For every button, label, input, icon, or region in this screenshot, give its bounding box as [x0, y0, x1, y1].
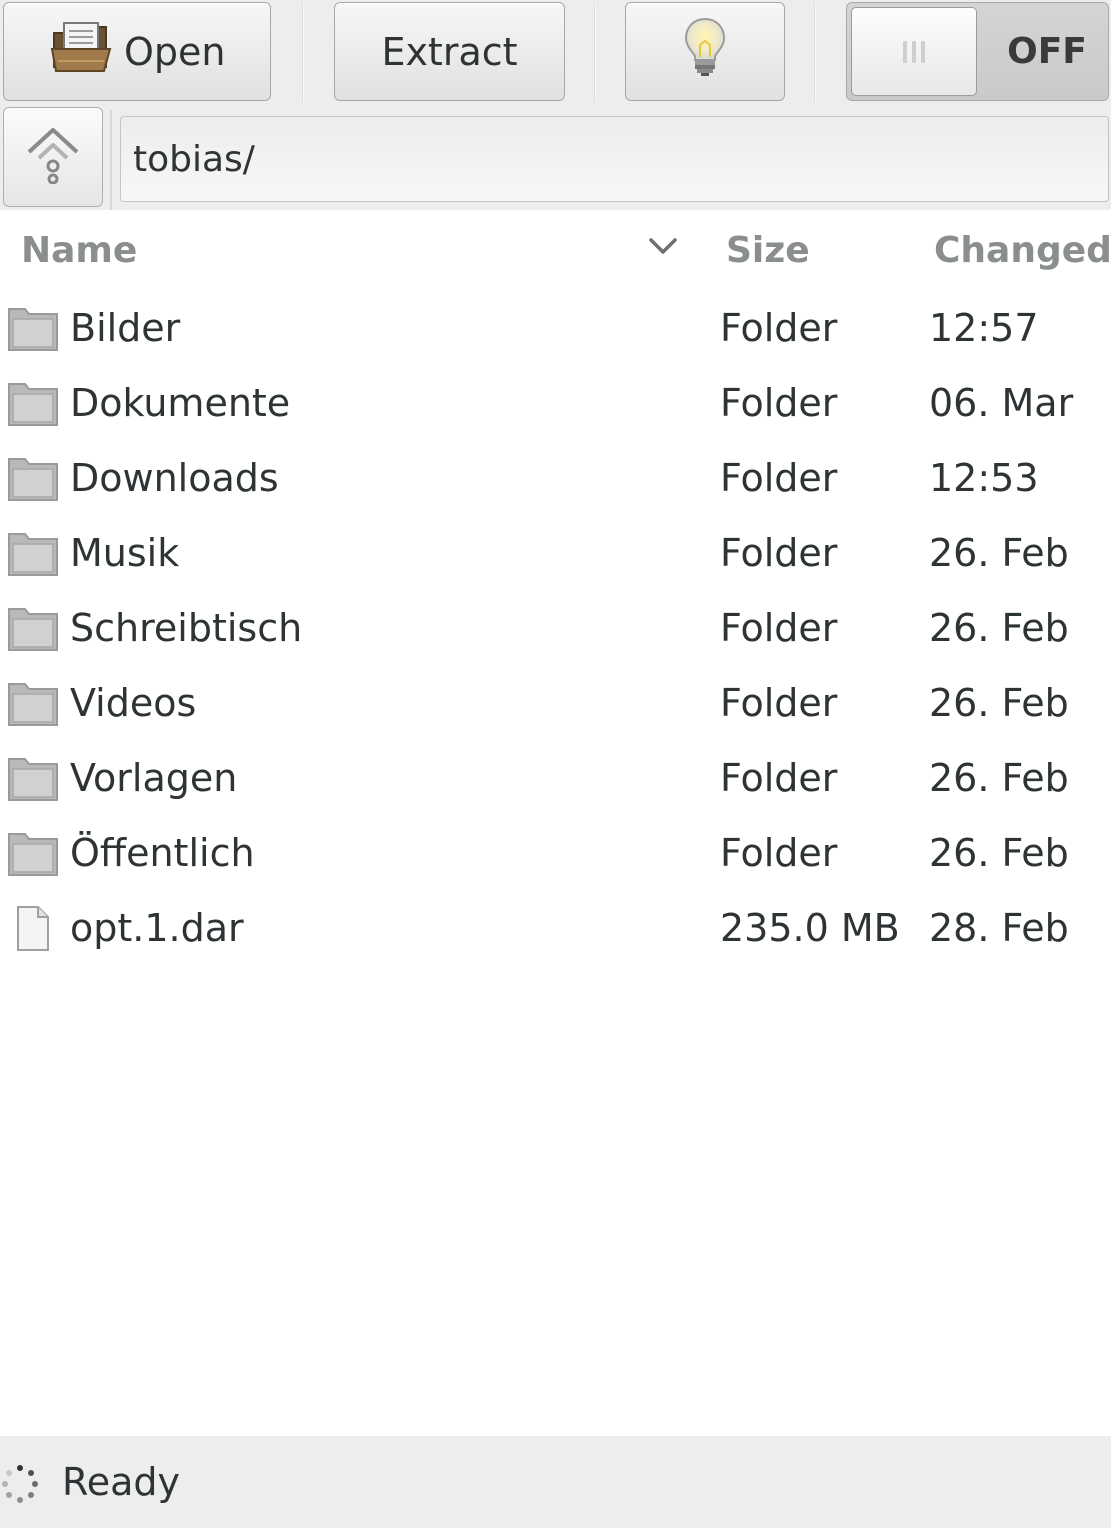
file-changed: 26. Feb: [929, 831, 1069, 875]
go-up-icon: [25, 126, 81, 188]
switch-knob[interactable]: [851, 7, 977, 96]
chevron-down-icon[interactable]: [648, 236, 678, 260]
file-name: Dokumente: [70, 381, 291, 425]
file-name: Musik: [70, 531, 180, 575]
file-row[interactable]: Dokumente Folder 06. Mar: [0, 365, 1111, 440]
grip-icon: [903, 40, 925, 63]
file-name: Schreibtisch: [70, 606, 303, 650]
file-changed: 12:53: [929, 456, 1039, 500]
file-size: Folder: [720, 831, 838, 875]
file-name: Vorlagen: [70, 756, 238, 800]
file-changed: 26. Feb: [929, 531, 1069, 575]
toolbar-separator: [302, 4, 304, 102]
column-header-changed[interactable]: Changed: [934, 230, 1111, 271]
file-changed: 12:57: [929, 306, 1039, 350]
toolbar-separator: [814, 4, 816, 102]
file-size: Folder: [720, 306, 838, 350]
file-row[interactable]: Downloads Folder 12:53: [0, 440, 1111, 515]
file-icon: [8, 905, 58, 951]
folder-icon: [8, 680, 58, 726]
file-changed: 28. Feb: [929, 906, 1069, 950]
path-text: tobias/: [133, 138, 255, 180]
file-changed: 26. Feb: [929, 681, 1069, 725]
location-separator: [110, 110, 112, 210]
location-bar: tobias/: [0, 104, 1111, 210]
file-name: Downloads: [70, 456, 279, 500]
hint-button[interactable]: [625, 2, 785, 101]
open-button[interactable]: Open: [3, 2, 271, 101]
column-header-size[interactable]: Size: [726, 230, 810, 271]
folder-icon: [8, 830, 58, 876]
file-row[interactable]: Schreibtisch Folder 26. Feb: [0, 590, 1111, 665]
file-row[interactable]: Videos Folder 26. Feb: [0, 665, 1111, 740]
folder-icon: [8, 455, 58, 501]
file-name: opt.1.dar: [70, 906, 244, 950]
file-row[interactable]: Musik Folder 26. Feb: [0, 515, 1111, 590]
extract-button-label: Extract: [381, 29, 518, 74]
file-size: 235.0 MB: [720, 906, 900, 950]
file-size: Folder: [720, 756, 838, 800]
switch-state-label: OFF: [1007, 31, 1087, 72]
file-row[interactable]: Bilder Folder 12:57: [0, 290, 1111, 365]
file-name: Öffentlich: [70, 831, 255, 875]
parent-folder-button[interactable]: [3, 107, 103, 207]
file-row[interactable]: Öffentlich Folder 26. Feb: [0, 815, 1111, 890]
lightbulb-icon: [683, 17, 727, 86]
extract-button[interactable]: Extract: [334, 2, 565, 101]
toolbar: Open Extract OFF: [0, 0, 1111, 104]
toggle-switch[interactable]: OFF: [846, 2, 1109, 101]
toolbar-separator: [594, 4, 596, 102]
file-size: Folder: [720, 456, 838, 500]
file-list: Bilder Folder 12:57 Dokumente Folder 06.…: [0, 290, 1111, 965]
file-row[interactable]: Vorlagen Folder 26. Feb: [0, 740, 1111, 815]
folder-icon: [8, 305, 58, 351]
file-size: Folder: [720, 381, 838, 425]
status-text: Ready: [62, 1460, 180, 1504]
folder-icon: [8, 380, 58, 426]
status-bar: Ready: [0, 1436, 1111, 1528]
column-headers: Name Size Changed: [0, 210, 1111, 290]
spinner-icon: [0, 1464, 40, 1508]
open-archive-icon: [50, 19, 112, 84]
folder-icon: [8, 605, 58, 651]
file-changed: 26. Feb: [929, 756, 1069, 800]
file-changed: 26. Feb: [929, 606, 1069, 650]
file-browser-window: Open Extract OFF tobias/ Name Size Chang…: [0, 0, 1111, 1528]
folder-icon: [8, 530, 58, 576]
folder-icon: [8, 755, 58, 801]
file-size: Folder: [720, 606, 838, 650]
file-name: Videos: [70, 681, 197, 725]
open-button-label: Open: [124, 29, 226, 74]
file-name: Bilder: [70, 306, 181, 350]
file-changed: 06. Mar: [929, 381, 1074, 425]
file-row[interactable]: opt.1.dar 235.0 MB 28. Feb: [0, 890, 1111, 965]
path-field[interactable]: tobias/: [120, 116, 1109, 202]
file-size: Folder: [720, 681, 838, 725]
column-header-name[interactable]: Name: [21, 230, 137, 271]
file-size: Folder: [720, 531, 838, 575]
